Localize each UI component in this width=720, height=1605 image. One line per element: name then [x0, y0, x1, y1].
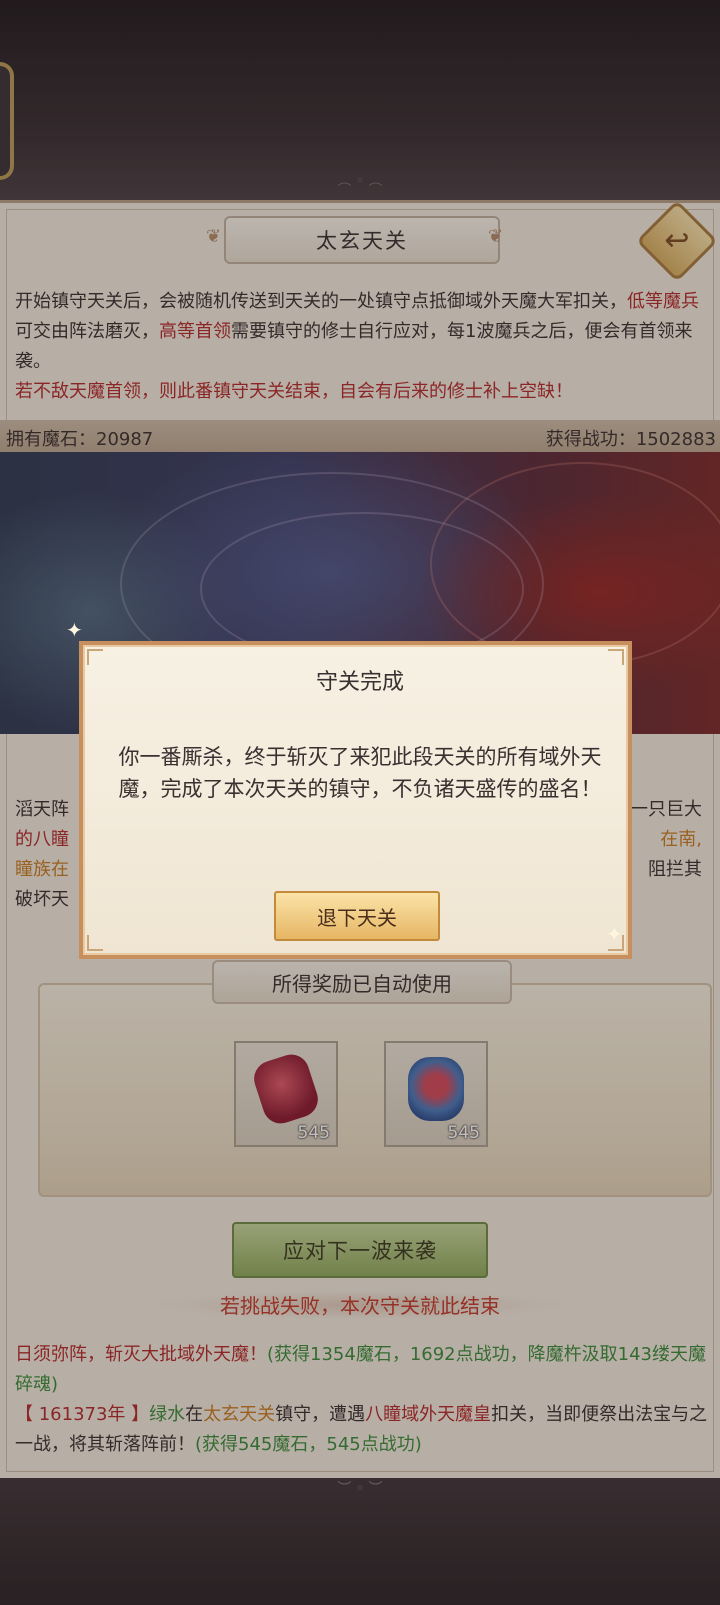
modal-corner: [87, 935, 103, 951]
sparkle-icon: ✦: [606, 922, 623, 946]
modal-message: 你一番厮杀，终于斩灭了来犯此段天关的所有域外天魔，完成了本次天关的镇守，不负诸天…: [118, 745, 602, 801]
leave-pass-label: 退下天关: [317, 905, 397, 930]
modal-corner: [87, 649, 103, 665]
sparkle-icon: ✦: [66, 618, 83, 642]
modal-corner: [608, 649, 624, 665]
modal-title: 守关完成: [315, 670, 404, 695]
leave-pass-button[interactable]: 退下天关: [274, 891, 440, 941]
